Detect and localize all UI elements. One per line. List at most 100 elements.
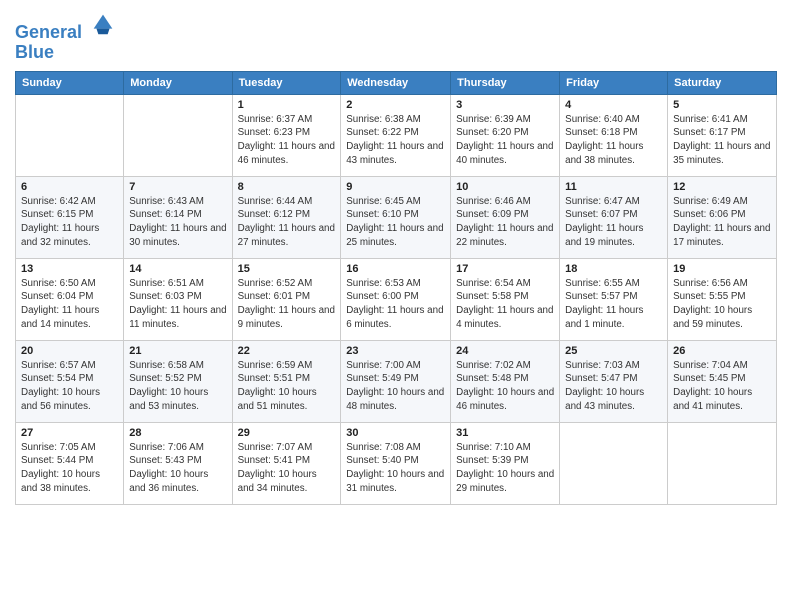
calendar-cell: 10 Sunrise: 6:46 AMSunset: 6:09 PMDayligh… bbox=[451, 176, 560, 258]
day-number: 9 bbox=[346, 181, 445, 193]
calendar-cell: 17 Sunrise: 6:54 AMSunset: 5:58 PMDayligh… bbox=[451, 258, 560, 340]
day-number: 15 bbox=[238, 263, 336, 275]
calendar-cell: 25Sunrise: 7:03 AMSunset: 5:47 PMDayligh… bbox=[560, 340, 668, 422]
calendar-cell: 3Sunrise: 6:39 AMSunset: 6:20 PMDaylight… bbox=[451, 94, 560, 176]
calendar-cell bbox=[16, 94, 124, 176]
calendar-cell: 27 Sunrise: 7:05 AMSunset: 5:44 PMDayligh… bbox=[16, 422, 124, 504]
weekday-header: Tuesday bbox=[232, 71, 341, 94]
day-info: Sunrise: 7:05 AMSunset: 5:44 PMDaylight:… bbox=[21, 441, 118, 496]
day-info: Sunrise: 6:45 AMSunset: 6:10 PMDaylight:… bbox=[346, 195, 445, 250]
day-info: Sunrise: 6:50 AMSunset: 6:04 PMDaylight:… bbox=[21, 277, 118, 332]
calendar-cell: 12 Sunrise: 6:49 AMSunset: 6:06 PMDayligh… bbox=[668, 176, 777, 258]
calendar-cell: 26 Sunrise: 7:04 AMSunset: 5:45 PMDayligh… bbox=[668, 340, 777, 422]
calendar-cell: 22 Sunrise: 6:59 AMSunset: 5:51 PMDayligh… bbox=[232, 340, 341, 422]
day-info: Sunrise: 6:44 AMSunset: 6:12 PMDaylight:… bbox=[238, 195, 336, 250]
weekday-header: Saturday bbox=[668, 71, 777, 94]
weekday-header: Thursday bbox=[451, 71, 560, 94]
day-number: 6 bbox=[21, 181, 118, 193]
calendar-cell: 11Sunrise: 6:47 AMSunset: 6:07 PMDayligh… bbox=[560, 176, 668, 258]
calendar-cell: 7Sunrise: 6:43 AMSunset: 6:14 PMDaylight… bbox=[124, 176, 232, 258]
day-number: 23 bbox=[346, 345, 445, 357]
calendar-cell: 14 Sunrise: 6:51 AMSunset: 6:03 PMDayligh… bbox=[124, 258, 232, 340]
day-number: 26 bbox=[673, 345, 771, 357]
calendar-row: 1 Sunrise: 6:37 AMSunset: 6:23 PMDaylight… bbox=[16, 94, 777, 176]
day-info: Sunrise: 6:57 AMSunset: 5:54 PMDaylight:… bbox=[21, 359, 118, 414]
day-info: Sunrise: 6:37 AMSunset: 6:23 PMDaylight:… bbox=[238, 113, 336, 168]
day-number: 1 bbox=[238, 99, 336, 111]
day-info: Sunrise: 6:58 AMSunset: 5:52 PMDaylight:… bbox=[129, 359, 226, 414]
calendar-cell: 4 Sunrise: 6:40 AMSunset: 6:18 PMDaylight… bbox=[560, 94, 668, 176]
day-info: Sunrise: 7:08 AMSunset: 5:40 PMDaylight:… bbox=[346, 441, 445, 496]
day-info: Sunrise: 7:06 AMSunset: 5:43 PMDaylight:… bbox=[129, 441, 226, 496]
calendar-cell: 15Sunrise: 6:52 AMSunset: 6:01 PMDayligh… bbox=[232, 258, 341, 340]
day-number: 11 bbox=[565, 181, 662, 193]
day-number: 3 bbox=[456, 99, 554, 111]
day-number: 22 bbox=[238, 345, 336, 357]
day-number: 12 bbox=[673, 181, 771, 193]
day-number: 13 bbox=[21, 263, 118, 275]
day-number: 20 bbox=[21, 345, 118, 357]
logo-text: General bbox=[15, 10, 117, 43]
calendar-cell: 21Sunrise: 6:58 AMSunset: 5:52 PMDayligh… bbox=[124, 340, 232, 422]
day-info: Sunrise: 7:10 AMSunset: 5:39 PMDaylight:… bbox=[456, 441, 554, 496]
day-number: 19 bbox=[673, 263, 771, 275]
calendar-cell: 2Sunrise: 6:38 AMSunset: 6:22 PMDaylight… bbox=[341, 94, 451, 176]
day-info: Sunrise: 7:07 AMSunset: 5:41 PMDaylight:… bbox=[238, 441, 336, 496]
day-number: 24 bbox=[456, 345, 554, 357]
day-number: 14 bbox=[129, 263, 226, 275]
weekday-header: Wednesday bbox=[341, 71, 451, 94]
day-number: 17 bbox=[456, 263, 554, 275]
calendar-cell: 31Sunrise: 7:10 AMSunset: 5:39 PMDayligh… bbox=[451, 422, 560, 504]
logo-blue: Blue bbox=[15, 43, 117, 63]
day-info: Sunrise: 6:49 AMSunset: 6:06 PMDaylight:… bbox=[673, 195, 771, 250]
day-info: Sunrise: 7:04 AMSunset: 5:45 PMDaylight:… bbox=[673, 359, 771, 414]
calendar-row: 27 Sunrise: 7:05 AMSunset: 5:44 PMDayligh… bbox=[16, 422, 777, 504]
calendar-cell: 1 Sunrise: 6:37 AMSunset: 6:23 PMDaylight… bbox=[232, 94, 341, 176]
day-info: Sunrise: 6:56 AMSunset: 5:55 PMDaylight:… bbox=[673, 277, 771, 332]
calendar-cell bbox=[560, 422, 668, 504]
day-info: Sunrise: 6:59 AMSunset: 5:51 PMDaylight:… bbox=[238, 359, 336, 414]
calendar-cell: 20 Sunrise: 6:57 AMSunset: 5:54 PMDayligh… bbox=[16, 340, 124, 422]
weekday-header: Monday bbox=[124, 71, 232, 94]
day-number: 25 bbox=[565, 345, 662, 357]
calendar-cell: 30 Sunrise: 7:08 AMSunset: 5:40 PMDayligh… bbox=[341, 422, 451, 504]
calendar-cell: 5Sunrise: 6:41 AMSunset: 6:17 PMDaylight… bbox=[668, 94, 777, 176]
day-info: Sunrise: 6:55 AMSunset: 5:57 PMDaylight:… bbox=[565, 277, 662, 332]
calendar-cell: 29 Sunrise: 7:07 AMSunset: 5:41 PMDayligh… bbox=[232, 422, 341, 504]
day-info: Sunrise: 6:41 AMSunset: 6:17 PMDaylight:… bbox=[673, 113, 771, 168]
day-info: Sunrise: 6:40 AMSunset: 6:18 PMDaylight:… bbox=[565, 113, 662, 168]
day-number: 7 bbox=[129, 181, 226, 193]
calendar-cell: 24 Sunrise: 7:02 AMSunset: 5:48 PMDayligh… bbox=[451, 340, 560, 422]
weekday-header: Sunday bbox=[16, 71, 124, 94]
day-number: 10 bbox=[456, 181, 554, 193]
day-number: 30 bbox=[346, 427, 445, 439]
day-number: 27 bbox=[21, 427, 118, 439]
day-number: 4 bbox=[565, 99, 662, 111]
calendar-row: 20 Sunrise: 6:57 AMSunset: 5:54 PMDayligh… bbox=[16, 340, 777, 422]
calendar-cell: 19 Sunrise: 6:56 AMSunset: 5:55 PMDayligh… bbox=[668, 258, 777, 340]
calendar-header: SundayMondayTuesdayWednesdayThursdayFrid… bbox=[16, 71, 777, 94]
day-number: 16 bbox=[346, 263, 445, 275]
logo: General Blue bbox=[15, 10, 117, 63]
day-info: Sunrise: 6:42 AMSunset: 6:15 PMDaylight:… bbox=[21, 195, 118, 250]
calendar-cell bbox=[668, 422, 777, 504]
header: General Blue bbox=[15, 10, 777, 63]
day-info: Sunrise: 6:53 AMSunset: 6:00 PMDaylight:… bbox=[346, 277, 445, 332]
day-info: Sunrise: 6:46 AMSunset: 6:09 PMDaylight:… bbox=[456, 195, 554, 250]
weekday-header: Friday bbox=[560, 71, 668, 94]
calendar-body: 1 Sunrise: 6:37 AMSunset: 6:23 PMDaylight… bbox=[16, 94, 777, 504]
calendar-cell bbox=[124, 94, 232, 176]
calendar-cell: 8Sunrise: 6:44 AMSunset: 6:12 PMDaylight… bbox=[232, 176, 341, 258]
day-info: Sunrise: 6:54 AMSunset: 5:58 PMDaylight:… bbox=[456, 277, 554, 332]
calendar-cell: 16 Sunrise: 6:53 AMSunset: 6:00 PMDayligh… bbox=[341, 258, 451, 340]
day-info: Sunrise: 7:02 AMSunset: 5:48 PMDaylight:… bbox=[456, 359, 554, 414]
logo-general: General bbox=[15, 22, 82, 42]
day-info: Sunrise: 6:51 AMSunset: 6:03 PMDaylight:… bbox=[129, 277, 226, 332]
day-number: 29 bbox=[238, 427, 336, 439]
day-info: Sunrise: 7:00 AMSunset: 5:49 PMDaylight:… bbox=[346, 359, 445, 414]
calendar-table: SundayMondayTuesdayWednesdayThursdayFrid… bbox=[15, 71, 777, 505]
calendar-cell: 6 Sunrise: 6:42 AMSunset: 6:15 PMDaylight… bbox=[16, 176, 124, 258]
day-number: 28 bbox=[129, 427, 226, 439]
day-info: Sunrise: 6:38 AMSunset: 6:22 PMDaylight:… bbox=[346, 113, 445, 168]
calendar-cell: 28 Sunrise: 7:06 AMSunset: 5:43 PMDayligh… bbox=[124, 422, 232, 504]
